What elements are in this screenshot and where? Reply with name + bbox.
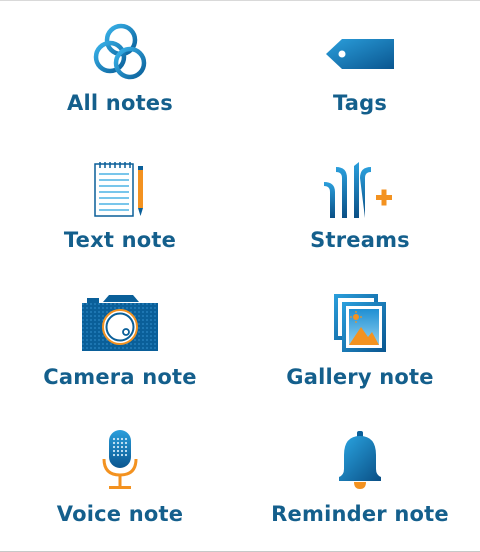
- reminder-note-label: Reminder note: [271, 502, 449, 526]
- tags-label: Tags: [332, 91, 388, 115]
- all-notes-label: All notes: [67, 91, 173, 115]
- streams-label: Streams: [310, 228, 410, 252]
- streams-tile[interactable]: Streams: [240, 138, 480, 275]
- bell-icon: [339, 431, 381, 489]
- tags-tile[interactable]: Tags: [240, 1, 480, 138]
- streams-icon: [324, 162, 392, 218]
- text-note-tile[interactable]: Text note: [0, 138, 240, 275]
- notepad-icon: [94, 162, 143, 217]
- gallery-note-label: Gallery note: [286, 365, 434, 389]
- camera-note-tile[interactable]: Camera note: [0, 275, 240, 412]
- tag-icon: [326, 39, 394, 69]
- voice-note-tile[interactable]: Voice note: [0, 412, 240, 551]
- rings-icon: [93, 23, 147, 80]
- gallery-icon: [334, 294, 386, 352]
- gallery-note-tile[interactable]: Gallery note: [240, 275, 480, 412]
- reminder-note-tile[interactable]: Reminder note: [240, 412, 480, 551]
- microphone-icon: [102, 430, 138, 489]
- voice-note-label: Voice note: [56, 502, 184, 526]
- text-note-label: Text note: [63, 228, 177, 252]
- camera-note-label: Camera note: [43, 365, 197, 389]
- camera-icon: [82, 295, 158, 351]
- all-notes-tile[interactable]: All notes: [0, 1, 240, 138]
- note-type-grid: All notes Tags Text note Streams Camera …: [0, 1, 480, 551]
- home-screen: All notes Tags Text note Streams Camera …: [0, 0, 480, 552]
